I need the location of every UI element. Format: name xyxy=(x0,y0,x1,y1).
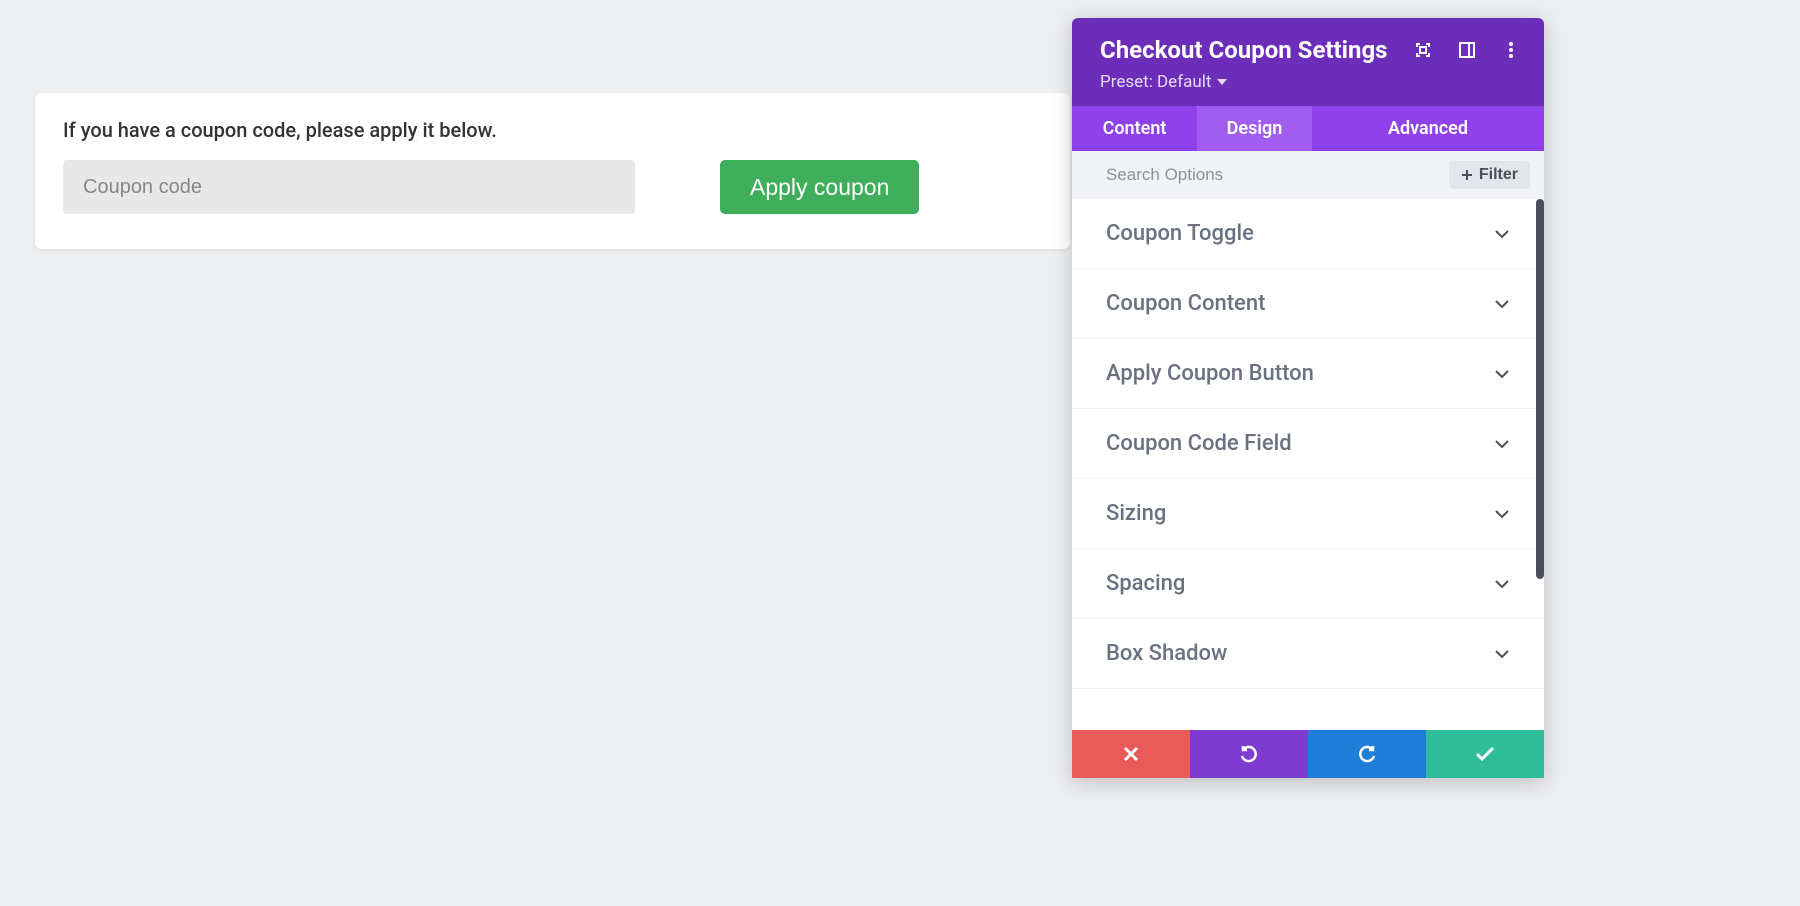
chevron-down-icon xyxy=(1494,369,1510,379)
panel-tabs: Content Design Advanced xyxy=(1072,106,1544,151)
chevron-down-icon xyxy=(1494,579,1510,589)
accordion-label: Sizing xyxy=(1106,501,1166,526)
caret-down-icon xyxy=(1217,79,1227,85)
redo-button[interactable] xyxy=(1308,730,1426,778)
chevron-down-icon xyxy=(1494,649,1510,659)
accordion-label: Coupon Code Field xyxy=(1106,431,1292,456)
cancel-button[interactable] xyxy=(1072,730,1190,778)
chevron-down-icon xyxy=(1494,229,1510,239)
coupon-card: If you have a coupon code, please apply … xyxy=(35,93,1070,249)
accordion-spacing[interactable]: Spacing xyxy=(1072,549,1544,619)
undo-button[interactable] xyxy=(1190,730,1308,778)
tab-design[interactable]: Design xyxy=(1197,106,1312,151)
accordion-label: Coupon Content xyxy=(1106,291,1265,316)
accordion-coupon-toggle[interactable]: Coupon Toggle xyxy=(1072,199,1544,269)
plus-icon xyxy=(1461,169,1473,181)
chevron-down-icon xyxy=(1494,299,1510,309)
more-menu-icon[interactable] xyxy=(1502,41,1520,59)
accordion-label: Spacing xyxy=(1106,571,1185,596)
accordion-list: Coupon Toggle Coupon Content Apply Coupo… xyxy=(1072,199,1544,778)
expand-icon[interactable] xyxy=(1414,41,1432,59)
accordion-box-shadow[interactable]: Box Shadow xyxy=(1072,619,1544,689)
filter-button[interactable]: Filter xyxy=(1449,161,1530,189)
panel-header-top: Checkout Coupon Settings xyxy=(1100,36,1520,64)
undo-icon xyxy=(1239,744,1259,764)
apply-coupon-button[interactable]: Apply coupon xyxy=(720,160,919,214)
accordion-sizing[interactable]: Sizing xyxy=(1072,479,1544,549)
search-row: Filter xyxy=(1072,151,1544,199)
header-icons xyxy=(1414,41,1520,59)
chevron-down-icon xyxy=(1494,439,1510,449)
accordion-label: Coupon Toggle xyxy=(1106,221,1254,246)
preset-label: Preset: Default xyxy=(1100,72,1211,92)
save-button[interactable] xyxy=(1426,730,1544,778)
accordion-label: Box Shadow xyxy=(1106,641,1227,666)
coupon-prompt-text: If you have a coupon code, please apply … xyxy=(63,118,1042,142)
coupon-row: Apply coupon xyxy=(63,160,1042,214)
panel-footer xyxy=(1072,730,1544,778)
preset-selector[interactable]: Preset: Default xyxy=(1100,72,1520,92)
scrollbar[interactable] xyxy=(1536,199,1544,579)
search-options-input[interactable] xyxy=(1106,165,1449,185)
accordion-coupon-code-field[interactable]: Coupon Code Field xyxy=(1072,409,1544,479)
accordion-coupon-content[interactable]: Coupon Content xyxy=(1072,269,1544,339)
chevron-down-icon xyxy=(1494,509,1510,519)
close-icon xyxy=(1123,746,1139,762)
coupon-code-input[interactable] xyxy=(63,160,635,214)
tab-advanced[interactable]: Advanced xyxy=(1312,106,1544,151)
check-icon xyxy=(1475,746,1495,762)
panel-header: Checkout Coupon Settings xyxy=(1072,18,1544,106)
redo-icon xyxy=(1357,744,1377,764)
accordion-apply-coupon-button[interactable]: Apply Coupon Button xyxy=(1072,339,1544,409)
tab-content[interactable]: Content xyxy=(1072,106,1197,151)
panel-title: Checkout Coupon Settings xyxy=(1100,36,1414,64)
settings-panel: Checkout Coupon Settings xyxy=(1072,18,1544,778)
filter-label: Filter xyxy=(1479,166,1518,184)
layout-icon[interactable] xyxy=(1458,41,1476,59)
accordion-label: Apply Coupon Button xyxy=(1106,361,1314,386)
